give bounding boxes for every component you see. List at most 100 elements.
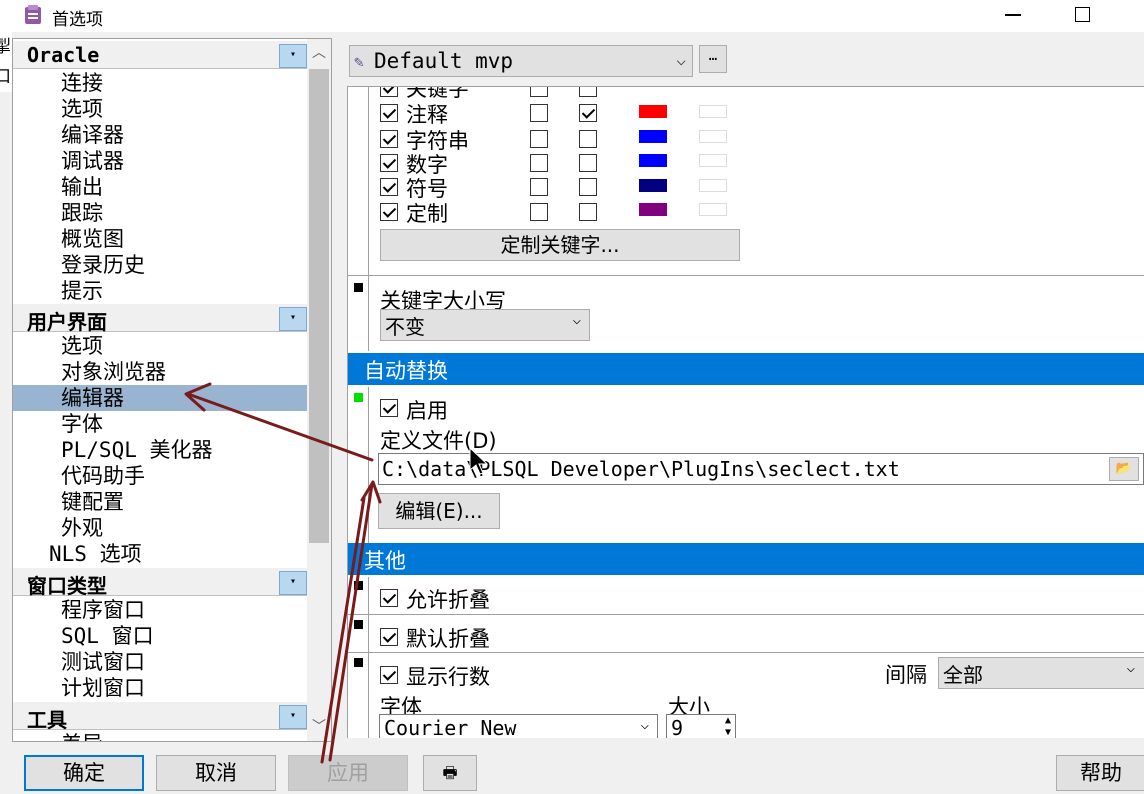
collapse-icon[interactable]: ▾ [279, 705, 307, 729]
syntax-custom-bg-color[interactable] [699, 203, 727, 216]
chevron-down-icon: ⌵ [676, 50, 686, 69]
syntax-custom-italic-checkbox[interactable] [579, 203, 597, 221]
syntax-symbol-bold-checkbox[interactable] [530, 178, 548, 196]
size-stepper[interactable]: 9 ▲ ▼ [666, 714, 736, 738]
tree-section-user-interface[interactable]: 用户界面 ▾ [13, 304, 307, 334]
tree-item[interactable]: 对象浏览器 [61, 359, 166, 385]
tree-item[interactable]: 差异 [61, 731, 103, 741]
maximize-button[interactable] [1075, 7, 1090, 22]
tree-item[interactable]: 外观 [61, 515, 103, 541]
background-window-text: 口 [0, 67, 11, 87]
syntax-comment-bg-color[interactable] [699, 105, 727, 118]
tree-item[interactable]: 输出 [61, 174, 103, 200]
syntax-custom-color[interactable] [639, 203, 667, 216]
syntax-string-italic-checkbox[interactable] [579, 130, 597, 148]
syntax-symbol-enable-checkbox[interactable] [380, 178, 398, 196]
syntax-comment-enable-checkbox[interactable] [380, 104, 398, 122]
profile-select[interactable]: ✎ Default mvp ⌵ [349, 45, 693, 77]
collapse-icon[interactable]: ▾ [279, 44, 307, 68]
font-select[interactable]: Courier New ⌵ [379, 714, 658, 738]
collapse-icon[interactable]: ▾ [279, 307, 307, 331]
scroll-thumb[interactable] [309, 69, 329, 543]
apply-button[interactable]: 应用 [288, 755, 408, 791]
syntax-comment-italic-checkbox[interactable] [579, 104, 597, 122]
tree-item[interactable]: 字体 [61, 411, 103, 437]
syntax-string-color[interactable] [639, 130, 667, 143]
interval-value: 全部 [943, 663, 983, 687]
title-bar [0, 0, 1144, 32]
section-label: 用户界面 [27, 310, 107, 334]
keyword-case-value: 不变 [385, 315, 425, 339]
section-label: 工具 [27, 708, 67, 732]
print-button[interactable]: 🖶 [423, 755, 477, 791]
background-window-edge: 掣 口 [0, 32, 12, 92]
allow-fold-checkbox[interactable] [380, 589, 398, 607]
profile-more-button[interactable]: … [699, 45, 727, 73]
keyword-case-select[interactable]: 不变 ⌵ [380, 309, 590, 341]
syntax-number-bg-color[interactable] [699, 154, 727, 167]
help-button[interactable]: 帮助 [1056, 755, 1144, 791]
tree-item[interactable]: 登录历史 [61, 252, 145, 278]
syntax-custom-bold-checkbox[interactable] [530, 203, 548, 221]
tree-item[interactable]: 编译器 [61, 122, 124, 148]
tree-section-window-types[interactable]: 窗口类型 ▾ [13, 568, 307, 598]
interval-select[interactable]: 全部 ⌵ [938, 657, 1144, 689]
tree-item[interactable]: 跟踪 [61, 200, 103, 226]
tree-section-tools[interactable]: 工具 ▾ [13, 702, 307, 732]
syntax-number-italic-checkbox[interactable] [579, 154, 597, 172]
folder-open-icon[interactable]: 📂 [1109, 457, 1139, 481]
syntax-keyword-bold-checkbox[interactable] [530, 87, 548, 97]
syntax-string-bg-color[interactable] [699, 130, 727, 143]
minimize-button[interactable] [1005, 14, 1021, 16]
profile-icon: ✎ [354, 52, 364, 71]
edit-definition-button[interactable]: 编辑(E)... [378, 493, 500, 529]
syntax-keyword-enable-checkbox[interactable] [380, 87, 398, 97]
settings-panel: 关键字 注释 字符串 数字 符号 定制 定制关键字... 关键字大小写 不变 ⌵… [347, 86, 1144, 738]
syntax-number-bold-checkbox[interactable] [530, 154, 548, 172]
syntax-symbol-italic-checkbox[interactable] [579, 178, 597, 196]
tree-item[interactable]: 连接 [61, 70, 103, 96]
tree-scrollbar[interactable]: ︿ ﹀ [307, 39, 331, 741]
tree-item[interactable]: PL/SQL 美化器 [61, 437, 213, 463]
syntax-symbol-bg-color[interactable] [699, 179, 727, 192]
syntax-keyword-italic-checkbox[interactable] [579, 87, 597, 97]
tree-item[interactable]: 提示 [61, 278, 103, 304]
tree-section-oracle[interactable]: Oracle ▾ [13, 41, 307, 69]
syntax-string-enable-checkbox[interactable] [380, 130, 398, 148]
ok-button[interactable]: 确定 [24, 755, 144, 791]
tree-item[interactable]: 键配置 [61, 489, 124, 515]
tree-item[interactable]: 调试器 [61, 148, 124, 174]
tree-item[interactable]: 概览图 [61, 226, 124, 252]
syntax-string-bold-checkbox[interactable] [530, 130, 548, 148]
tree-item[interactable]: 选项 [61, 333, 103, 359]
tree-item[interactable]: 选项 [61, 96, 103, 122]
tree-item[interactable]: 程序窗口 [61, 597, 145, 623]
tree-item[interactable]: 代码助手 [61, 463, 145, 489]
definition-file-label: 定义文件(D) [380, 429, 497, 453]
custom-keywords-button[interactable]: 定制关键字... [380, 229, 740, 261]
cancel-button[interactable]: 取消 [156, 755, 276, 791]
syntax-comment-color[interactable] [639, 105, 667, 118]
definition-file-path: C:\data\PLSQL Developer\PlugIns\seclect.… [382, 457, 900, 481]
profile-value: Default mvp [374, 49, 514, 73]
tree-item-selected[interactable]: 编辑器 [13, 385, 307, 411]
syntax-number-color[interactable] [639, 154, 667, 167]
syntax-symbol-color[interactable] [639, 179, 667, 192]
default-fold-checkbox[interactable] [380, 628, 398, 646]
syntax-comment-bold-checkbox[interactable] [530, 104, 548, 122]
tree-item[interactable]: SQL 窗口 [61, 623, 154, 649]
scroll-down-icon[interactable]: ﹀ [307, 715, 331, 739]
tree-item[interactable]: 测试窗口 [61, 649, 145, 675]
tree-item[interactable]: 计划窗口 [61, 675, 145, 701]
collapse-icon[interactable]: ▾ [279, 571, 307, 595]
autoreplace-enable-checkbox[interactable] [380, 399, 398, 417]
show-line-numbers-checkbox[interactable] [380, 666, 398, 684]
section-header-label: 自动替换 [364, 359, 448, 383]
definition-file-input[interactable]: C:\data\PLSQL Developer\PlugIns\seclect.… [378, 453, 1144, 485]
syntax-number-enable-checkbox[interactable] [380, 154, 398, 172]
tree-item[interactable]: NLS 选项 [49, 541, 142, 567]
syntax-custom-enable-checkbox[interactable] [380, 203, 398, 221]
scroll-up-icon[interactable]: ︿ [307, 41, 331, 65]
chevron-down-icon: ⌵ [640, 717, 649, 733]
stepper-arrows-icon[interactable]: ▲ ▼ [725, 715, 731, 738]
